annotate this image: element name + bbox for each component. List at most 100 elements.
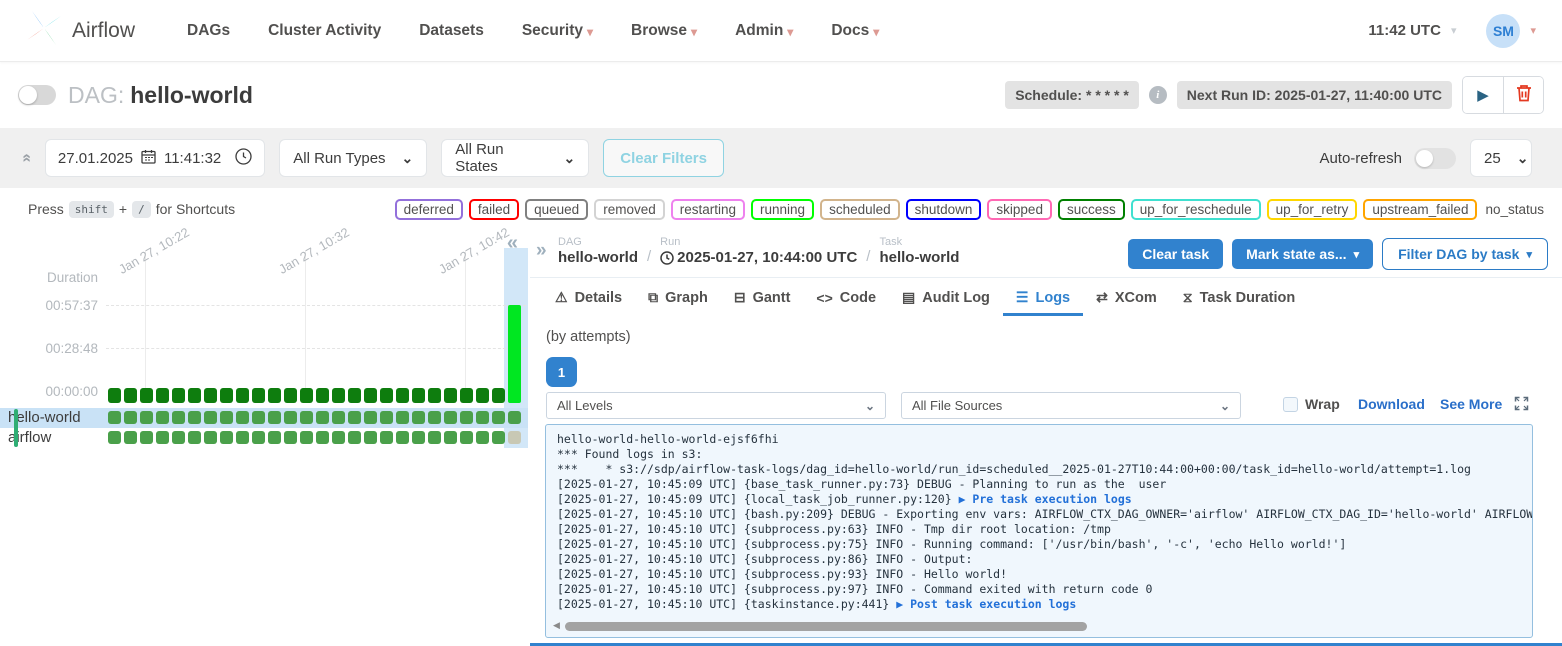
task-instance-square[interactable] bbox=[332, 431, 345, 444]
download-link[interactable]: Download bbox=[1358, 396, 1425, 412]
tab-xcom[interactable]: ⇄XCom bbox=[1083, 280, 1170, 316]
file-sources-select[interactable]: All File Sources ⌄ bbox=[901, 392, 1241, 419]
task-instance-square[interactable] bbox=[140, 431, 153, 444]
log-levels-select[interactable]: All Levels ⌄ bbox=[546, 392, 886, 419]
nav-item-dags[interactable]: DAGs bbox=[187, 22, 230, 40]
run-duration-bar[interactable] bbox=[124, 388, 137, 403]
task-instance-square[interactable] bbox=[220, 411, 233, 424]
run-duration-bar[interactable] bbox=[460, 388, 473, 403]
task-instance-square[interactable] bbox=[396, 411, 409, 424]
state-badge-up-for-reschedule[interactable]: up_for_reschedule bbox=[1131, 199, 1261, 220]
nav-item-browse[interactable]: Browse▾ bbox=[631, 22, 697, 40]
state-badge-shutdown[interactable]: shutdown bbox=[906, 199, 982, 220]
nav-item-cluster-activity[interactable]: Cluster Activity bbox=[268, 22, 381, 40]
clear-task-button[interactable]: Clear task bbox=[1128, 239, 1223, 269]
task-instance-square[interactable] bbox=[300, 431, 313, 444]
auto-refresh-toggle[interactable] bbox=[1414, 148, 1456, 169]
run-duration-bar[interactable] bbox=[428, 388, 441, 403]
task-instance-square[interactable] bbox=[124, 411, 137, 424]
task-instance-square[interactable] bbox=[268, 411, 281, 424]
task-instance-square[interactable] bbox=[188, 431, 201, 444]
run-duration-bar[interactable] bbox=[348, 388, 361, 403]
expand-panel-icon[interactable]: » bbox=[536, 240, 547, 262]
see-more-link[interactable]: See More bbox=[1440, 396, 1502, 412]
state-badge-queued[interactable]: queued bbox=[525, 199, 588, 220]
nav-item-datasets[interactable]: Datasets bbox=[419, 22, 484, 40]
run-duration-bar[interactable] bbox=[156, 388, 169, 403]
run-duration-bar[interactable] bbox=[364, 388, 377, 403]
task-instance-square[interactable] bbox=[412, 411, 425, 424]
chevron-down-icon[interactable]: ▾ bbox=[1451, 24, 1457, 37]
dag-pause-toggle[interactable] bbox=[18, 85, 56, 105]
run-duration-bar[interactable] bbox=[444, 388, 457, 403]
run-states-select[interactable]: All Run States ⌄ bbox=[441, 139, 589, 177]
task-instance-square[interactable] bbox=[316, 431, 329, 444]
task-instance-square[interactable] bbox=[268, 431, 281, 444]
task-instance-square[interactable] bbox=[188, 411, 201, 424]
task-instance-square[interactable] bbox=[252, 431, 265, 444]
task-instance-square[interactable] bbox=[140, 411, 153, 424]
task-instance-square[interactable] bbox=[236, 431, 249, 444]
task-instance-square[interactable] bbox=[300, 411, 313, 424]
task-instance-square[interactable] bbox=[460, 411, 473, 424]
trigger-dag-button[interactable]: ▶ bbox=[1463, 77, 1503, 113]
breadcrumb-task[interactable]: Task hello-world bbox=[879, 236, 959, 266]
task-instance-square[interactable] bbox=[492, 431, 505, 444]
clear-filters-button[interactable]: Clear Filters bbox=[603, 139, 724, 177]
breadcrumb-dag[interactable]: DAG hello-world bbox=[558, 236, 638, 266]
task-instance-square[interactable] bbox=[156, 431, 169, 444]
scrollbar-thumb[interactable] bbox=[565, 622, 1087, 631]
task-instance-square[interactable] bbox=[156, 411, 169, 424]
task-instance-square[interactable] bbox=[284, 411, 297, 424]
task-instance-square[interactable] bbox=[476, 431, 489, 444]
state-badge-failed[interactable]: failed bbox=[469, 199, 519, 220]
task-instance-square[interactable] bbox=[460, 431, 473, 444]
brand[interactable]: Airflow bbox=[24, 8, 135, 53]
task-instance-square[interactable] bbox=[508, 431, 521, 444]
task-instance-square[interactable] bbox=[412, 431, 425, 444]
state-badge-deferred[interactable]: deferred bbox=[395, 199, 463, 220]
run-duration-bar[interactable] bbox=[284, 388, 297, 403]
run-duration-bar[interactable] bbox=[236, 388, 249, 403]
task-instance-square[interactable] bbox=[252, 411, 265, 424]
utc-clock[interactable]: 11:42 UTC bbox=[1368, 22, 1441, 39]
mark-state-button[interactable]: Mark state as... ▾ bbox=[1232, 239, 1373, 269]
chevron-down-icon[interactable]: ▾ bbox=[1530, 24, 1536, 37]
task-instance-square[interactable] bbox=[236, 411, 249, 424]
run-duration-bar[interactable] bbox=[300, 388, 313, 403]
task-instance-square[interactable] bbox=[204, 431, 217, 444]
state-badge-success[interactable]: success bbox=[1058, 199, 1125, 220]
wrap-checkbox[interactable] bbox=[1283, 397, 1298, 412]
task-instance-square[interactable] bbox=[380, 431, 393, 444]
log-fold-link[interactable]: ▶ Pre task execution logs bbox=[959, 492, 1132, 506]
task-instance-square[interactable] bbox=[428, 431, 441, 444]
run-duration-bar[interactable] bbox=[412, 388, 425, 403]
run-duration-bar[interactable] bbox=[380, 388, 393, 403]
task-instance-square[interactable] bbox=[444, 411, 457, 424]
attempt-1-button[interactable]: 1 bbox=[546, 357, 577, 387]
run-duration-bar[interactable] bbox=[108, 388, 121, 403]
task-instance-square[interactable] bbox=[108, 431, 121, 444]
fullscreen-icon[interactable] bbox=[1514, 396, 1529, 416]
state-badge-skipped[interactable]: skipped bbox=[987, 199, 1052, 220]
task-instance-square[interactable] bbox=[492, 411, 505, 424]
state-badge-running[interactable]: running bbox=[751, 199, 814, 220]
tab-details[interactable]: ⚠Details bbox=[542, 280, 635, 316]
run-types-select[interactable]: All Run Types ⌄ bbox=[279, 139, 427, 177]
run-duration-bar[interactable] bbox=[316, 388, 329, 403]
run-duration-bar[interactable] bbox=[492, 388, 505, 403]
nav-item-security[interactable]: Security▾ bbox=[522, 22, 593, 40]
run-duration-bar[interactable] bbox=[252, 388, 265, 403]
run-duration-bar[interactable] bbox=[332, 388, 345, 403]
run-duration-bar[interactable] bbox=[508, 305, 521, 403]
task-instance-square[interactable] bbox=[284, 431, 297, 444]
page-size-select[interactable]: 25 ⌄ bbox=[1470, 139, 1532, 177]
run-duration-bar[interactable] bbox=[172, 388, 185, 403]
run-duration-bar[interactable] bbox=[188, 388, 201, 403]
tab-audit-log[interactable]: ▤Audit Log bbox=[889, 280, 1003, 316]
task-instance-square[interactable] bbox=[444, 431, 457, 444]
base-date-input[interactable]: 27.01.2025 11:41:32 bbox=[45, 139, 265, 177]
grid-row-hello-world[interactable]: hello-world bbox=[0, 408, 528, 428]
log-horizontal-scrollbar[interactable]: ◀ bbox=[546, 615, 1532, 637]
task-instance-square[interactable] bbox=[332, 411, 345, 424]
